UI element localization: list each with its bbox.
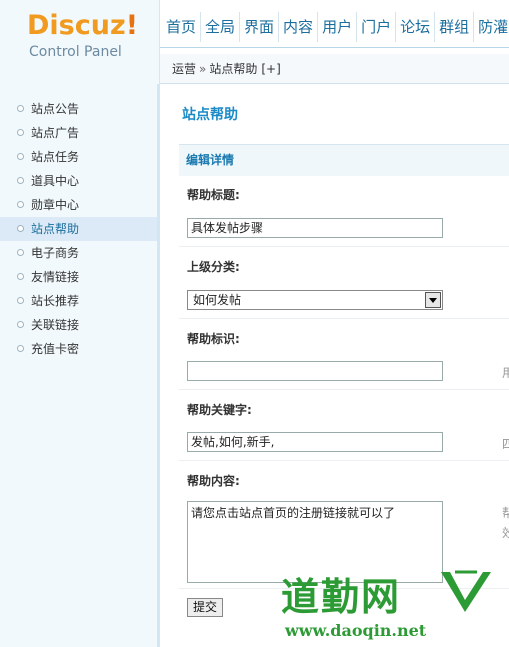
sidebar: 站点公告 站点广告 站点任务 道具中心 勋章中心 站点帮助 电子商务 友情链接 … (0, 84, 160, 647)
top-nav-item-home[interactable]: 首页 (160, 12, 202, 42)
help-ident-label: 帮助标识: (187, 332, 240, 346)
bullet-icon (17, 249, 24, 256)
sidebar-item-ads[interactable]: 站点广告 (0, 121, 157, 145)
bullet-icon (17, 321, 24, 328)
header: Discuz! Control Panel 首页 全局 界面 内容 用户 门户 论坛 群组 防灌… (0, 0, 509, 84)
row-divider (179, 460, 509, 461)
watermark-v-logo-icon (441, 570, 491, 612)
breadcrumb-current: 站点帮助 (209, 62, 258, 76)
section-header: 编辑详情 (179, 144, 509, 176)
help-title-input[interactable]: 具体发帖步骤 (187, 218, 443, 238)
help-ident-input[interactable] (187, 361, 443, 381)
bullet-icon (17, 201, 24, 208)
logo-wordmark: Discuz! (27, 10, 139, 41)
parent-category-value: 如何发帖 (193, 293, 242, 307)
sidebar-item-help[interactable]: 站点帮助 (0, 217, 157, 241)
top-nav-item-users[interactable]: 用户 (318, 12, 358, 42)
control-panel-page: Discuz! Control Panel 首页 全局 界面 内容 用户 门户 论坛 群组 防灌… (0, 0, 509, 647)
sidebar-item-medals[interactable]: 勋章中心 (0, 193, 157, 217)
main-content: 站点帮助 编辑详情 帮助标题: 具体发帖步骤 上级分类: 如何发帖 帮助标识: … (163, 84, 509, 647)
sidebar-item-props[interactable]: 道具中心 (0, 169, 157, 193)
top-nav: 首页 全局 界面 内容 用户 门户 论坛 群组 防灌 (160, 12, 509, 48)
parent-category-select[interactable]: 如何发帖 (187, 290, 443, 310)
sidebar-item-related-links[interactable]: 关联链接 (0, 313, 157, 337)
submit-button[interactable]: 提交 (187, 598, 223, 617)
help-title-label: 帮助标题: (187, 188, 240, 202)
sidebar-item-recommend[interactable]: 站长推荐 (0, 289, 157, 313)
logo[interactable]: Discuz! Control Panel (0, 0, 160, 84)
watermark: 道勤网 www.daoqin.net (281, 566, 509, 647)
page-title: 站点帮助 (182, 107, 238, 123)
bullet-icon (17, 129, 24, 136)
help-keywords-input[interactable]: 发帖,如何,新手, (187, 432, 443, 452)
sidebar-item-ecommerce[interactable]: 电子商务 (0, 241, 157, 265)
help-content-label: 帮助内容: (187, 474, 240, 488)
chevron-down-icon[interactable] (425, 292, 441, 308)
top-nav-item-portal[interactable]: 门户 (357, 12, 397, 42)
help-content-tip-1: 帮 (502, 506, 509, 520)
watermark-text: 道勤网 (281, 574, 402, 619)
row-divider (179, 246, 509, 247)
watermark-url: www.daoqin.net (285, 621, 427, 640)
sidebar-item-announcements[interactable]: 站点公告 (0, 97, 157, 121)
breadcrumb: 运营» 站点帮助 [+] (160, 54, 509, 84)
parent-category-label: 上级分类: (187, 260, 240, 274)
bullet-icon (17, 297, 24, 304)
sidebar-item-recharge-cards[interactable]: 充值卡密 (0, 337, 157, 361)
logo-subtitle: Control Panel (29, 44, 122, 60)
top-nav-item-forum[interactable]: 论坛 (396, 12, 436, 42)
help-ident-tip: 用 (502, 366, 509, 380)
bullet-icon (17, 153, 24, 160)
help-keywords-tip: 四 (502, 437, 509, 451)
top-nav-item-content[interactable]: 内容 (279, 12, 319, 42)
bullet-icon (17, 345, 24, 352)
bullet-icon (17, 105, 24, 112)
bullet-icon (17, 177, 24, 184)
sidebar-item-friend-links[interactable]: 友情链接 (0, 265, 157, 289)
sidebar-item-tasks[interactable]: 站点任务 (0, 145, 157, 169)
row-divider (179, 318, 509, 319)
top-nav-item-groups[interactable]: 群组 (435, 12, 475, 42)
top-nav-item-interface[interactable]: 界面 (240, 12, 280, 42)
help-keywords-label: 帮助关键字: (187, 403, 252, 417)
top-nav-item-global[interactable]: 全局 (201, 12, 241, 42)
row-divider (179, 389, 509, 390)
top-nav-item-antispam[interactable]: 防灌 (474, 12, 509, 42)
bullet-icon (17, 273, 24, 280)
bullet-icon (17, 225, 24, 232)
help-content-tip-2: 效 (502, 526, 509, 540)
add-shortcut-button[interactable]: [+] (261, 62, 280, 76)
sidebar-menu: 站点公告 站点广告 站点任务 道具中心 勋章中心 站点帮助 电子商务 友情链接 … (0, 84, 157, 361)
breadcrumb-separator: » (199, 62, 207, 76)
breadcrumb-parent[interactable]: 运营 (172, 62, 196, 76)
